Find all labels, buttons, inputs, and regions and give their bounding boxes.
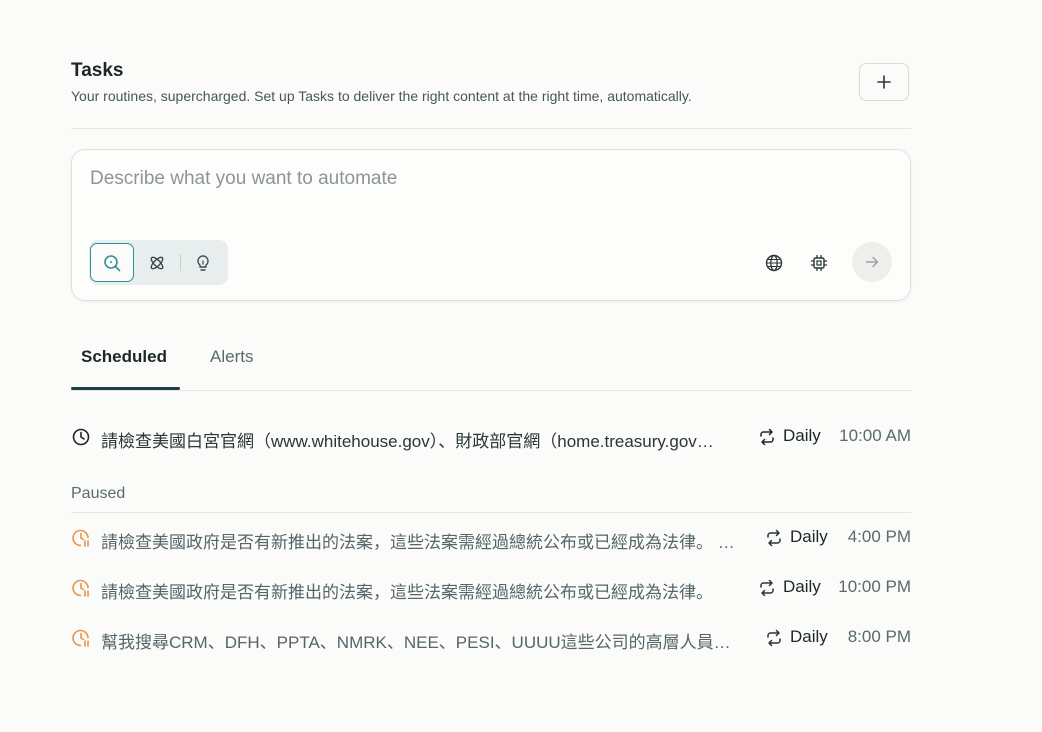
task-time: 8:00 PM xyxy=(847,627,911,646)
task-composer: Describe what you want to automate xyxy=(71,149,911,301)
model-select-button[interactable] xyxy=(809,253,829,273)
lightbulb-icon xyxy=(197,254,209,271)
task-description: 請檢查美國政府是否有新推出的法案，這些法案需經過總統公布或已經成為法律。 xyxy=(101,583,713,602)
repeat-icon xyxy=(760,579,774,597)
arrow-right-icon xyxy=(865,256,879,268)
task-time: 10:00 PM xyxy=(838,577,911,596)
tabs-divider xyxy=(71,390,911,391)
chip-icon xyxy=(810,254,828,272)
search-mode-button[interactable] xyxy=(90,243,134,282)
sparkle-icon xyxy=(150,256,164,269)
research-mode-button[interactable] xyxy=(135,243,179,282)
tab-alerts[interactable]: Alerts xyxy=(210,347,253,367)
paused-divider xyxy=(71,512,911,513)
web-source-button[interactable] xyxy=(764,253,784,273)
task-frequency: Daily xyxy=(783,577,821,596)
labs-mode-button[interactable] xyxy=(181,243,225,282)
page-title: Tasks xyxy=(71,60,124,81)
task-frequency: Daily xyxy=(790,527,828,546)
paused-task-row[interactable]: 請檢查美國政府是否有新推出的法案，這些法案需經過總統公布或已經成為法律。 … D… xyxy=(71,526,911,552)
clock-icon xyxy=(72,428,90,446)
scheduled-task-row[interactable]: 請檢查美國白宮官網（www.whitehouse.gov）、財政部官網（home… xyxy=(71,425,911,451)
tab-scheduled[interactable]: Scheduled xyxy=(81,347,167,367)
paused-clock-icon xyxy=(72,579,89,597)
repeat-icon xyxy=(767,529,781,547)
header-divider xyxy=(71,128,911,129)
plus-icon xyxy=(877,75,891,89)
page-subtitle: Your routines, supercharged. Set up Task… xyxy=(71,88,692,104)
paused-clock-icon xyxy=(72,529,89,547)
task-description: 請檢查美國政府是否有新推出的法案，這些法案需經過總統公布或已經成為法律。 … xyxy=(101,533,735,552)
search-icon xyxy=(104,254,121,271)
submit-button[interactable] xyxy=(852,242,892,282)
task-description: 幫我搜尋CRM、DFH、PPTA、NMRK、NEE、PESI、UUUU這些公司的… xyxy=(101,633,731,652)
globe-icon xyxy=(765,254,783,272)
task-description: 請檢查美國白宮官網（www.whitehouse.gov）、財政部官網（home… xyxy=(101,432,714,451)
repeat-icon xyxy=(767,629,781,647)
task-time: 4:00 PM xyxy=(847,527,911,546)
paused-task-row[interactable]: 請檢查美國政府是否有新推出的法案，這些法案需經過總統公布或已經成為法律。 Dai… xyxy=(71,576,911,602)
paused-clock-icon xyxy=(72,629,89,647)
paused-task-row[interactable]: 幫我搜尋CRM、DFH、PPTA、NMRK、NEE、PESI、UUUU這些公司的… xyxy=(71,626,911,652)
paused-heading: Paused xyxy=(71,485,126,502)
task-frequency: Daily xyxy=(783,426,821,445)
task-time: 10:00 AM xyxy=(839,426,911,445)
mode-selector xyxy=(89,240,228,285)
repeat-icon xyxy=(760,428,774,446)
add-task-button[interactable] xyxy=(859,63,909,101)
task-frequency: Daily xyxy=(790,627,828,646)
composer-input[interactable]: Describe what you want to automate xyxy=(90,168,397,190)
